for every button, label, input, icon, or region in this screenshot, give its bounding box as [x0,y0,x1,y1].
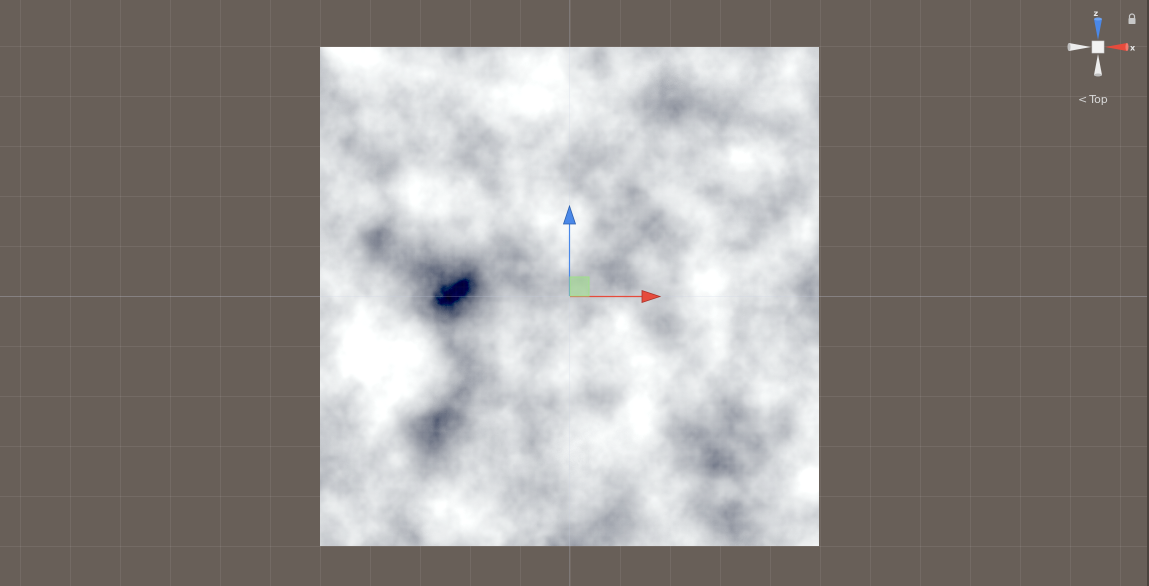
cube-center-icon[interactable] [1091,40,1105,54]
x-axis-cone-icon[interactable] [1105,43,1129,51]
neg-x-axis-cone-icon[interactable] [1067,43,1092,51]
plane-handle[interactable] [569,276,590,297]
view-name-label: Top [1089,92,1108,106]
view-mode-toggle[interactable]: < Top [1078,91,1108,107]
perspective-chevron-icon: < [1078,92,1088,106]
neg-z-axis-cone-icon[interactable] [1094,54,1102,77]
x-axis-label: x [1130,44,1136,53]
scene-view[interactable]: z x < Top [0,0,1149,586]
z-axis-label: z [1094,9,1099,18]
lock-icon[interactable] [1127,10,1137,24]
z-axis-cone-icon[interactable] [1094,17,1102,41]
